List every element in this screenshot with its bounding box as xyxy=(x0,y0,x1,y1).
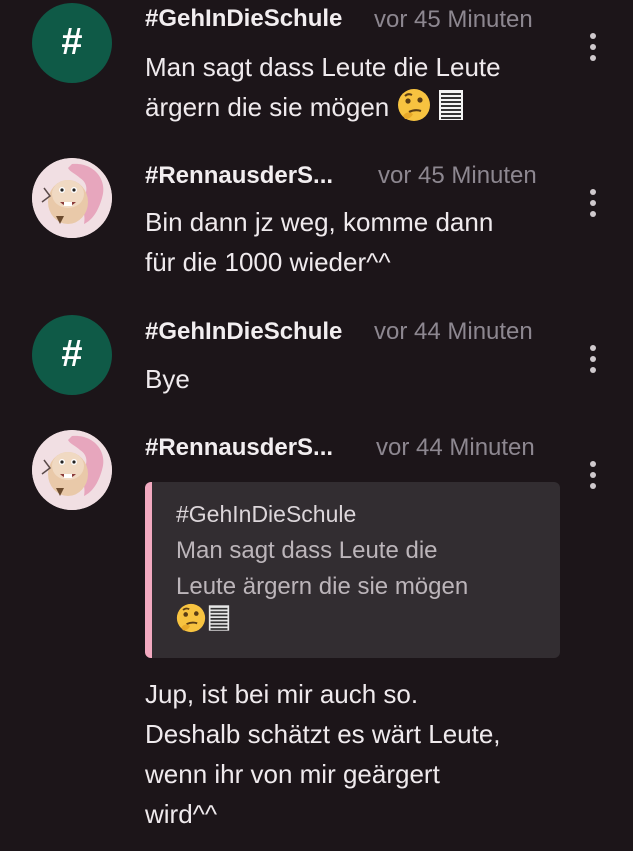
cartoon-avatar-icon xyxy=(32,430,112,510)
message-timestamp: vor 44 Minuten xyxy=(374,318,533,345)
message-text: Bin dann jz weg, komme dann für die 1000… xyxy=(145,207,494,277)
avatar[interactable] xyxy=(32,430,112,510)
quoted-username: #GehInDieSchule xyxy=(176,501,357,527)
message-more-options-icon[interactable] xyxy=(582,345,604,373)
message-timestamp: vor 45 Minuten xyxy=(378,162,537,189)
page-lines-icon xyxy=(208,603,230,644)
message-more-options-icon[interactable] xyxy=(582,461,604,489)
avatar[interactable]: # xyxy=(32,315,112,395)
quote-bar xyxy=(145,482,152,658)
thinking-face-icon xyxy=(176,603,206,644)
avatar[interactable]: # xyxy=(32,3,112,83)
message-username[interactable]: #GehInDieSchule xyxy=(145,5,342,33)
page-lines-icon xyxy=(438,88,464,133)
message-timestamp: vor 44 Minuten xyxy=(376,434,535,461)
message-username[interactable]: #GehInDieSchule xyxy=(145,318,342,346)
message-text: Jup, ist bei mir auch so. Deshalb schätz… xyxy=(145,679,501,829)
avatar[interactable] xyxy=(32,158,112,238)
message-username[interactable]: #RennausderS... xyxy=(145,434,333,462)
message-more-options-icon[interactable] xyxy=(582,33,604,61)
quoted-text: Man sagt dass Leute die Leute ärgern die… xyxy=(176,533,536,641)
message-text: Man sagt dass Leute die Leute ärgern die… xyxy=(145,47,565,133)
cartoon-avatar-icon xyxy=(32,158,112,238)
message-more-options-icon[interactable] xyxy=(582,189,604,217)
hashtag-icon: # xyxy=(61,333,83,375)
thinking-face-icon xyxy=(397,88,431,133)
message-username[interactable]: #RennausderS... xyxy=(145,162,333,190)
hashtag-icon: # xyxy=(61,21,83,63)
message-text: Bye xyxy=(145,364,190,394)
quoted-message[interactable]: #GehInDieSchule Man sagt dass Leute die … xyxy=(145,482,560,658)
message-timestamp: vor 45 Minuten xyxy=(374,6,533,33)
